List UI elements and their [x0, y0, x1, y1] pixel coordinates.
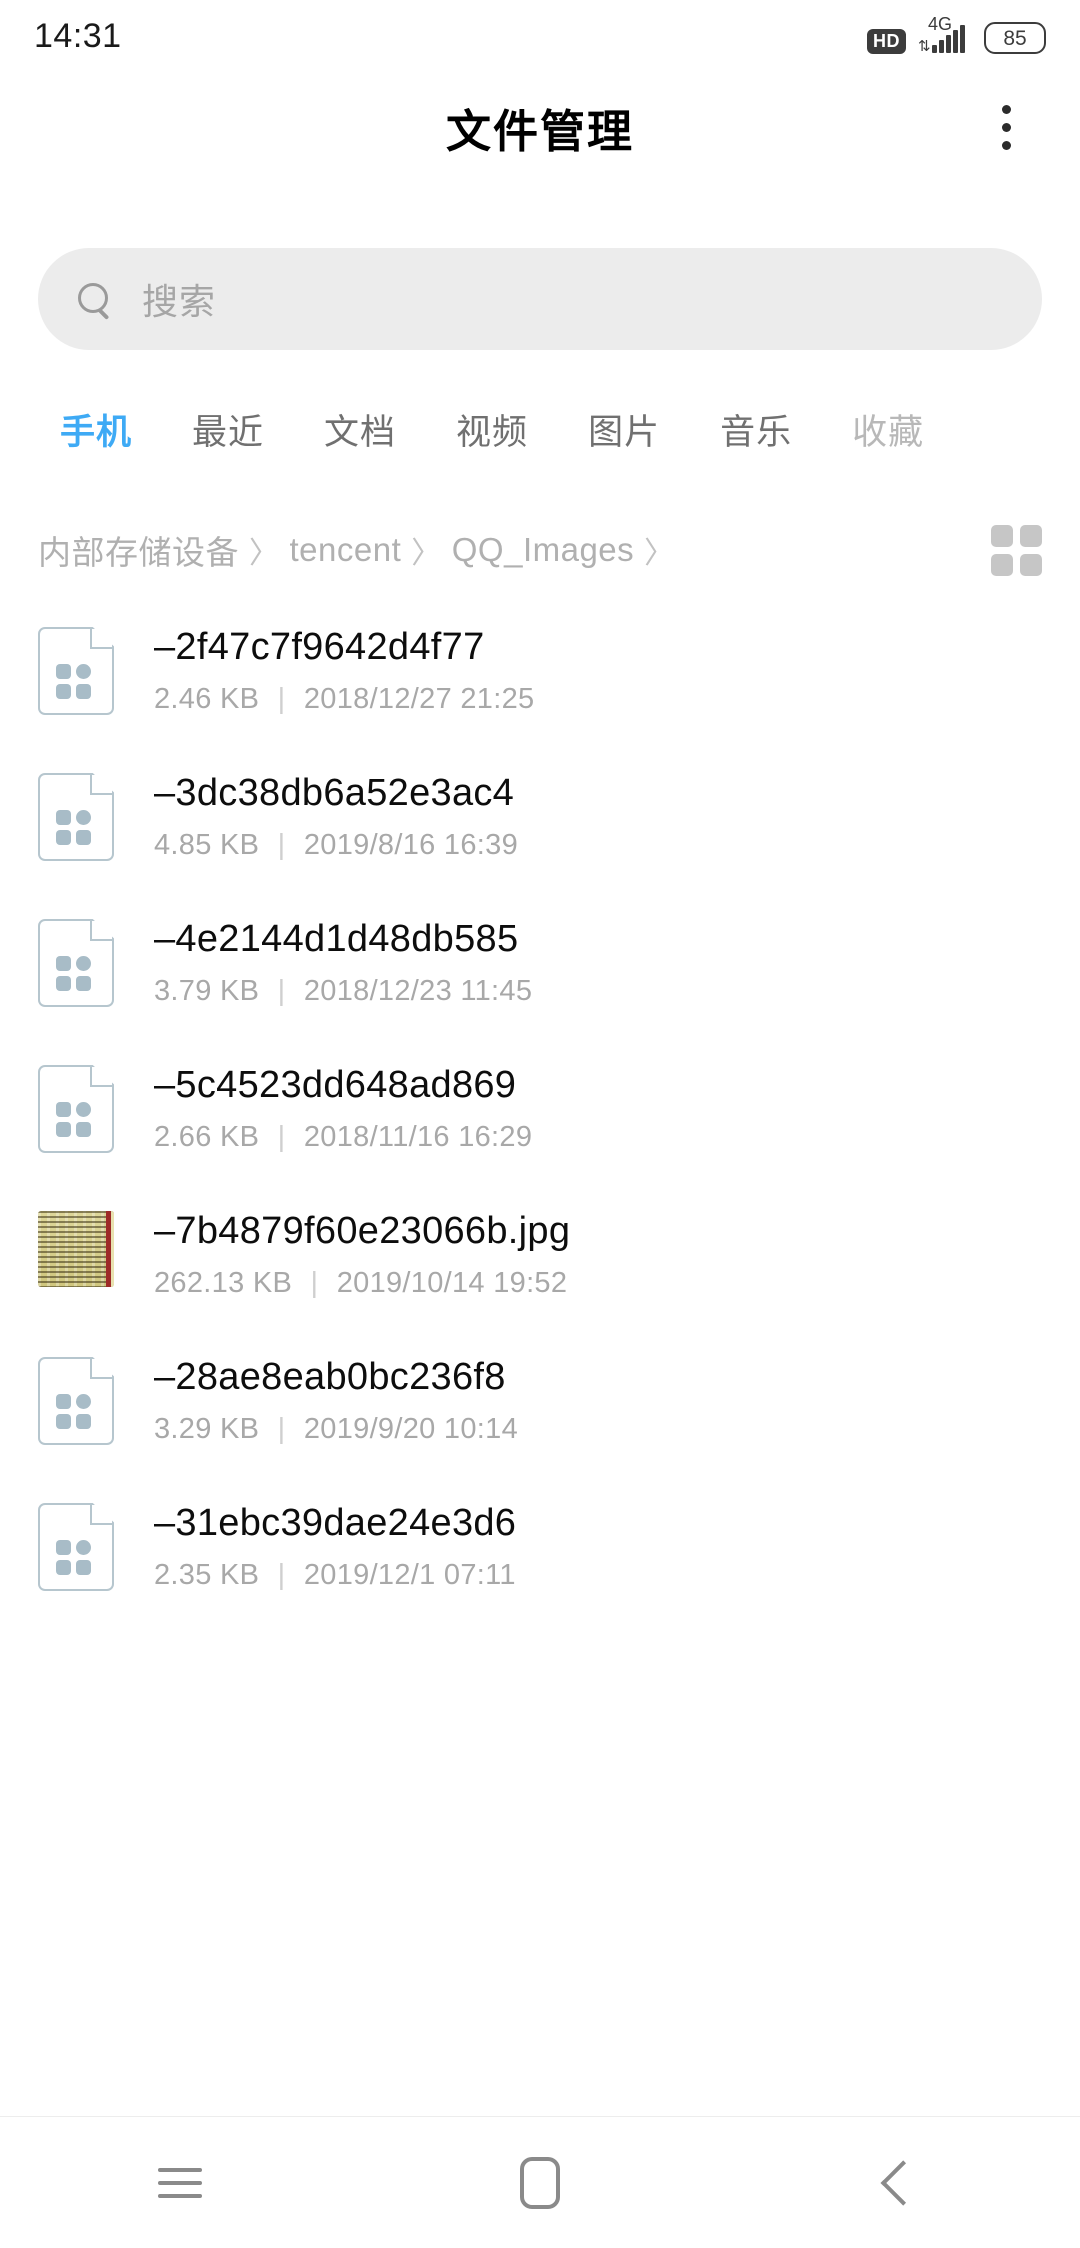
file-name: –31ebc39dae24e3d6: [154, 1502, 517, 1544]
file-name: –3dc38db6a52e3ac4: [154, 772, 515, 814]
battery-icon: 85: [984, 22, 1046, 54]
meta-separator: |: [277, 683, 286, 715]
tab-recent[interactable]: 最近: [162, 404, 294, 455]
back-button[interactable]: [825, 2128, 975, 2238]
file-manager-screen: 14:31 HD 4G ⇅ 85 文件管理 搜索 手机 最近 文档 视频 图片 …: [0, 0, 1080, 2248]
status-time: 14:31: [34, 16, 122, 55]
file-meta: –5c4523dd648ad869 2.66 KB | 2018/11/16 1…: [154, 1064, 532, 1154]
tab-favorites[interactable]: 收藏: [822, 404, 954, 455]
breadcrumb-item-tencent[interactable]: tencent: [290, 531, 402, 569]
file-subtitle: 2.66 KB | 2018/11/16 16:29: [154, 1121, 532, 1154]
battery-level: 85: [1003, 26, 1027, 50]
file-subtitle: 4.85 KB | 2019/8/16 16:39: [154, 829, 518, 862]
file-size: 262.13 KB: [154, 1267, 293, 1299]
file-meta: –7b4879f60e23066b.jpg 262.13 KB | 2019/1…: [154, 1210, 570, 1300]
meta-separator: |: [277, 1559, 286, 1591]
file-icon: [38, 773, 114, 861]
file-name: –2f47c7f9642d4f77: [154, 626, 485, 668]
tab-phone[interactable]: 手机: [30, 404, 162, 455]
chevron-right-icon: 〉: [411, 537, 442, 570]
tab-documents[interactable]: 文档: [294, 404, 426, 455]
breadcrumb: 内部存储设备 〉 tencent 〉 QQ_Images 〉: [38, 526, 685, 574]
file-meta: –31ebc39dae24e3d6 2.35 KB | 2019/12/1 07…: [154, 1502, 516, 1592]
file-icon: [38, 1357, 114, 1445]
file-modified: 2018/11/16 16:29: [303, 1121, 533, 1153]
file-subtitle: 262.13 KB | 2019/10/14 19:52: [154, 1267, 570, 1300]
list-item[interactable]: –4e2144d1d48db585 3.79 KB | 2018/12/23 1…: [0, 890, 1080, 1036]
file-size: 2.35 KB: [154, 1559, 260, 1591]
page-title: 文件管理: [445, 105, 634, 157]
list-item[interactable]: –2f47c7f9642d4f77 2.46 KB | 2018/12/27 2…: [0, 598, 1080, 744]
file-meta: –3dc38db6a52e3ac4 4.85 KB | 2019/8/16 16…: [154, 772, 518, 862]
file-modified: 2019/12/1 07:11: [303, 1559, 516, 1591]
file-meta: –28ae8eab0bc236f8 3.29 KB | 2019/9/20 10…: [154, 1356, 518, 1446]
image-thumbnail: [38, 1211, 114, 1299]
home-button[interactable]: [465, 2128, 615, 2238]
file-subtitle: 3.29 KB | 2019/9/20 10:14: [154, 1413, 518, 1446]
signal-bars-icon: [932, 25, 965, 53]
meta-separator: |: [277, 975, 286, 1007]
file-name: –7b4879f60e23066b.jpg: [154, 1210, 571, 1252]
file-icon: [38, 1503, 114, 1591]
file-meta: –2f47c7f9642d4f77 2.46 KB | 2018/12/27 2…: [154, 626, 534, 716]
file-name: –4e2144d1d48db585: [154, 918, 519, 960]
menu-icon: [158, 2167, 202, 2198]
file-icon: [38, 1065, 114, 1153]
status-bar: 14:31 HD 4G ⇅ 85: [0, 0, 1080, 72]
list-item[interactable]: –7b4879f60e23066b.jpg 262.13 KB | 2019/1…: [0, 1182, 1080, 1328]
meta-separator: |: [277, 829, 286, 861]
file-modified: 2019/8/16 16:39: [303, 829, 519, 861]
breadcrumb-item-root[interactable]: 内部存储设备: [38, 526, 239, 574]
file-size: 2.66 KB: [154, 1121, 260, 1153]
overflow-menu-icon[interactable]: [968, 89, 1044, 165]
chevron-left-icon: [883, 2166, 917, 2200]
search-container: 搜索: [0, 248, 1080, 350]
file-subtitle: 2.46 KB | 2018/12/27 21:25: [154, 683, 534, 716]
recents-button[interactable]: [105, 2128, 255, 2238]
breadcrumb-item-qq-images[interactable]: QQ_Images: [452, 531, 634, 569]
file-meta: –4e2144d1d48db585 3.79 KB | 2018/12/23 1…: [154, 918, 532, 1008]
category-tabs: 手机 最近 文档 视频 图片 音乐 收藏: [0, 390, 1080, 468]
chevron-right-icon: 〉: [644, 537, 675, 570]
hd-icon: HD: [867, 29, 906, 54]
file-size: 4.85 KB: [154, 829, 260, 861]
tab-music[interactable]: 音乐: [690, 404, 822, 455]
file-subtitle: 3.79 KB | 2018/12/23 11:45: [154, 975, 532, 1008]
list-item[interactable]: –28ae8eab0bc236f8 3.29 KB | 2019/9/20 10…: [0, 1328, 1080, 1474]
file-icon: [38, 919, 114, 1007]
file-size: 3.79 KB: [154, 975, 260, 1007]
file-modified: 2019/10/14 19:52: [336, 1267, 568, 1299]
data-arrows-icon: ⇅: [918, 38, 931, 55]
status-indicators: HD 4G ⇅ 85: [867, 15, 1046, 55]
system-navigation-bar: [0, 2116, 1080, 2248]
list-item[interactable]: –3dc38db6a52e3ac4 4.85 KB | 2019/8/16 16…: [0, 744, 1080, 890]
breadcrumb-row: 内部存储设备 〉 tencent 〉 QQ_Images 〉: [0, 500, 1080, 600]
file-icon: [38, 627, 114, 715]
meta-separator: |: [277, 1121, 286, 1153]
list-item[interactable]: –5c4523dd648ad869 2.66 KB | 2018/11/16 1…: [0, 1036, 1080, 1182]
file-subtitle: 2.35 KB | 2019/12/1 07:11: [154, 1559, 516, 1592]
list-item[interactable]: –31ebc39dae24e3d6 2.35 KB | 2019/12/1 07…: [0, 1474, 1080, 1620]
file-size: 2.46 KB: [154, 683, 260, 715]
search-input[interactable]: 搜索: [38, 248, 1042, 350]
tabs-fade-overlay: [990, 390, 1080, 468]
grid-view-icon[interactable]: [990, 524, 1042, 576]
search-placeholder: 搜索: [142, 281, 217, 322]
file-modified: 2019/9/20 10:14: [303, 1413, 519, 1445]
home-icon: [520, 2156, 560, 2209]
file-name: –28ae8eab0bc236f8: [154, 1356, 506, 1398]
meta-separator: |: [277, 1413, 286, 1445]
tab-pictures[interactable]: 图片: [558, 404, 690, 455]
file-modified: 2018/12/23 11:45: [303, 975, 533, 1007]
file-name: –5c4523dd648ad869: [154, 1064, 517, 1106]
app-title-bar: 文件管理: [0, 72, 1080, 182]
chevron-right-icon: 〉: [249, 537, 280, 570]
file-modified: 2018/12/27 21:25: [303, 683, 535, 715]
search-icon: [76, 281, 112, 317]
meta-separator: |: [310, 1267, 319, 1299]
file-size: 3.29 KB: [154, 1413, 260, 1445]
file-list: –2f47c7f9642d4f77 2.46 KB | 2018/12/27 2…: [0, 598, 1080, 2096]
tab-videos[interactable]: 视频: [426, 404, 558, 455]
signal-icon: 4G ⇅: [918, 15, 972, 55]
